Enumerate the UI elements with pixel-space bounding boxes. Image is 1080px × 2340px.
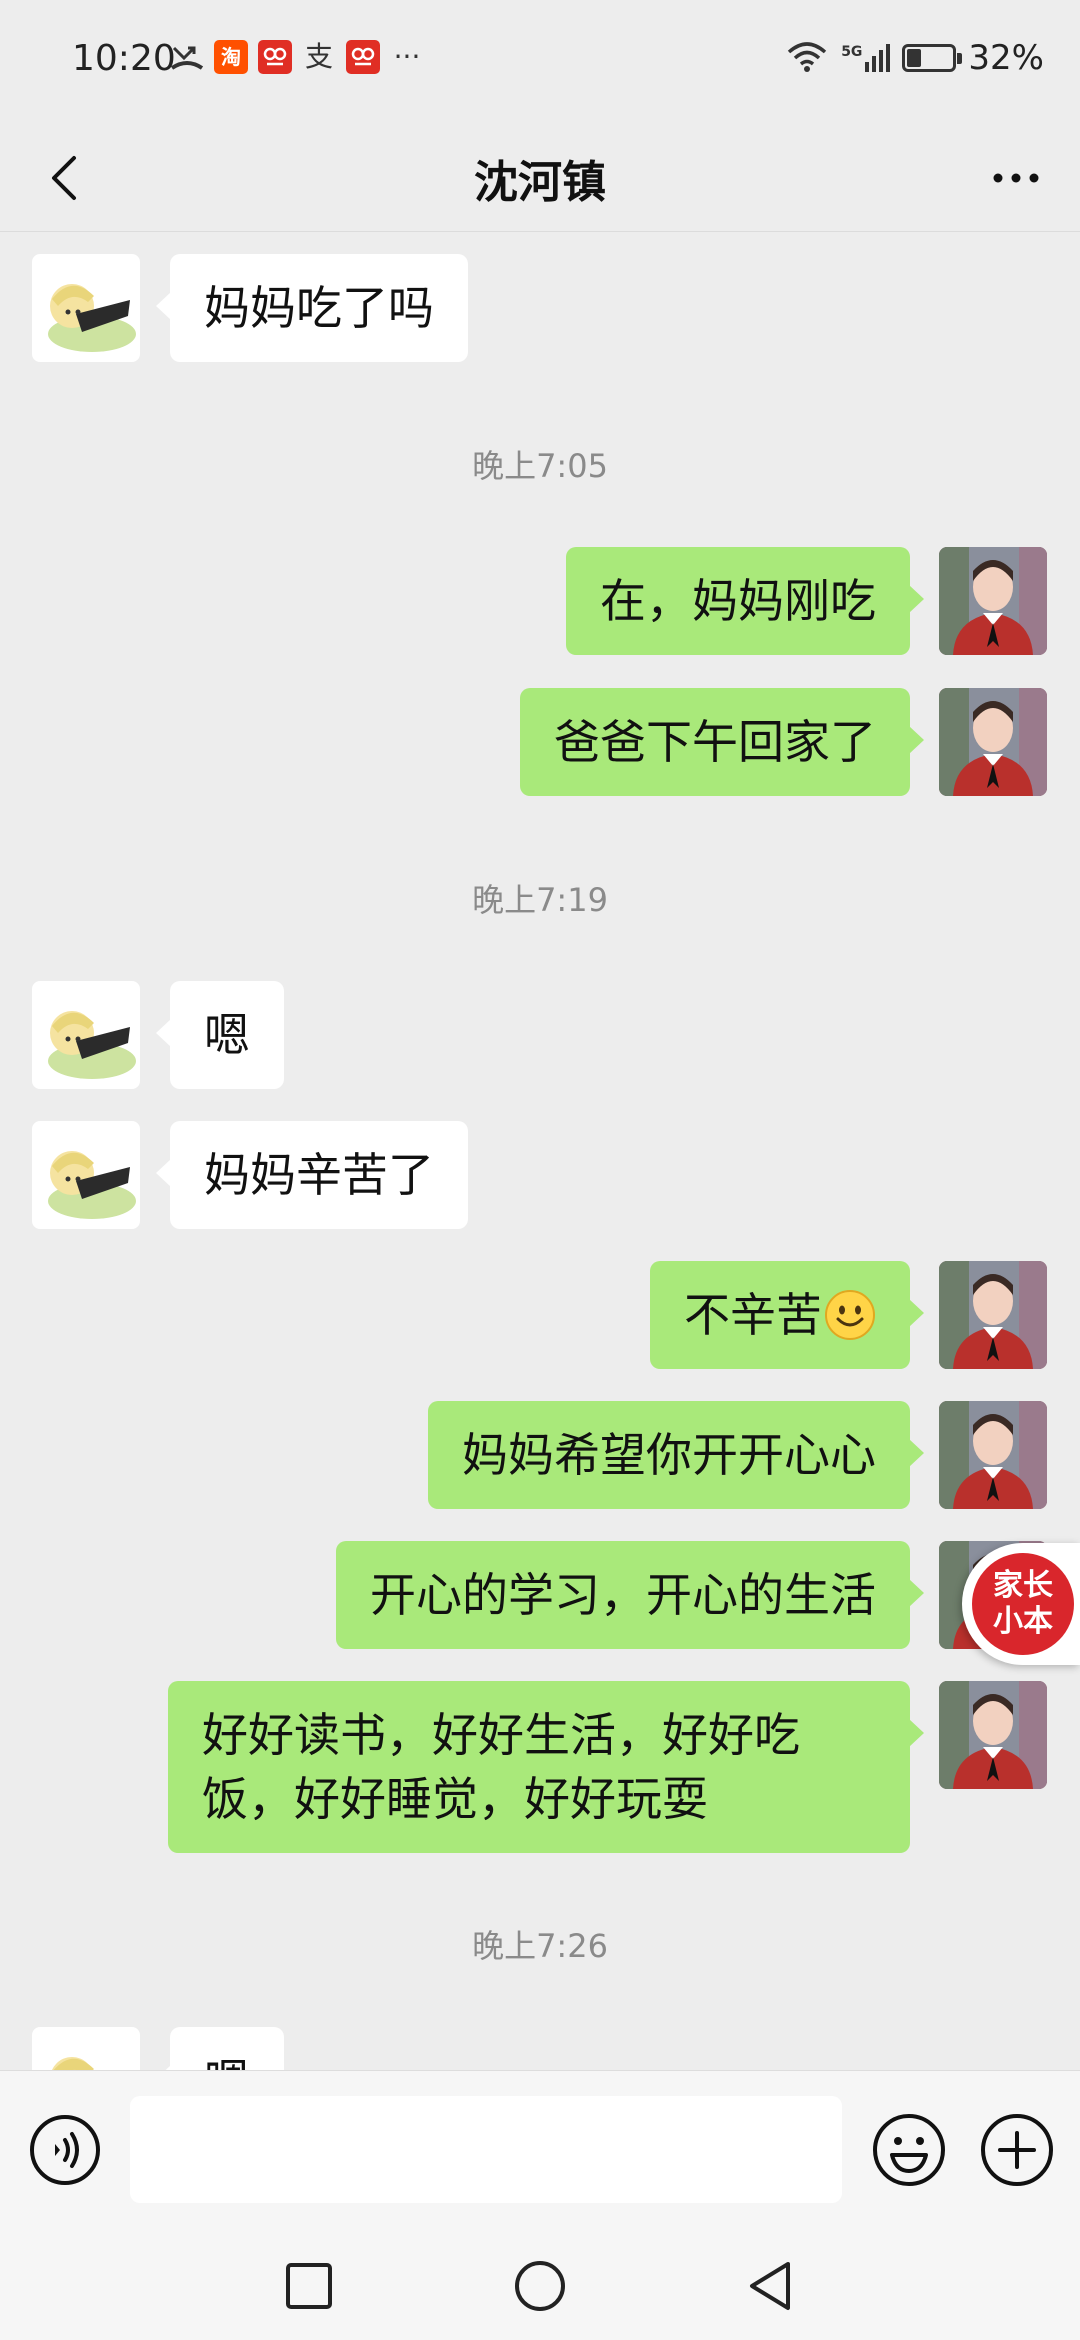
wifi-icon	[785, 38, 829, 78]
message-bubble-sent[interactable]: 在，妈妈刚吃	[566, 547, 924, 655]
message-bubble-received[interactable]: 妈妈辛苦了	[156, 1121, 468, 1229]
user-avatar[interactable]	[939, 688, 1047, 796]
back-nav-button[interactable]	[740, 2256, 800, 2316]
pinduoduo-icon	[346, 40, 380, 74]
voice-icon	[30, 2115, 100, 2185]
user-avatar[interactable]	[939, 547, 1047, 655]
emoji-button[interactable]	[870, 2111, 948, 2189]
notification-icons: 淘 支 ···	[170, 40, 424, 74]
chat-header: 沈河镇	[0, 120, 1080, 232]
recent-apps-button[interactable]	[279, 2256, 339, 2316]
chat-title: 沈河镇	[474, 157, 606, 208]
message-bubble-received[interactable]: 妈妈吃了吗	[156, 254, 468, 362]
smile-emoji-icon	[824, 1289, 876, 1341]
alipay-icon: 支	[304, 40, 333, 73]
message-bubble-received[interactable]: 嗯	[156, 2027, 284, 2070]
plus-circle-icon	[981, 2114, 1053, 2186]
more-notifications-icon: ···	[393, 40, 421, 73]
taobao-icon: 淘	[214, 40, 248, 74]
network-type-label: 5G	[841, 44, 863, 60]
message-bubble-sent[interactable]: 开心的学习，开心的生活	[336, 1541, 924, 1649]
battery-icon	[902, 44, 963, 72]
message-input[interactable]	[130, 2096, 842, 2203]
message-list[interactable]: 妈妈吃了吗 晚上7:05 在，妈妈刚吃 爸爸下午回家了 晚上7:19 嗯 妈妈辛…	[0, 233, 1080, 2070]
5g-signal-icon: 5G	[841, 44, 891, 72]
chat-input-bar	[0, 2070, 1080, 2230]
more-functions-button[interactable]	[978, 2111, 1056, 2189]
system-nav-bar	[0, 2230, 1080, 2340]
message-text: 不辛苦	[684, 1288, 822, 1342]
missed-call-icon	[170, 40, 204, 74]
battery-percentage: 32%	[968, 38, 1044, 78]
battery-level-fill	[907, 49, 922, 67]
user-avatar[interactable]	[939, 1401, 1047, 1509]
smiley-icon	[873, 2114, 945, 2186]
message-bubble-received[interactable]: 嗯	[156, 981, 284, 1089]
message-bubble-sent[interactable]: 好好读书，好好生活，好好吃饭，好好睡觉，好好玩耍	[168, 1681, 924, 1853]
status-time: 10:20	[72, 38, 176, 79]
contact-avatar[interactable]	[32, 1121, 140, 1229]
status-bar: 10:20 淘 支 ··· 5G 32%	[0, 0, 1080, 120]
message-bubble-sent[interactable]: 不辛苦	[650, 1261, 924, 1369]
home-button[interactable]	[510, 2256, 570, 2316]
pinduoduo-icon	[258, 40, 292, 74]
user-avatar[interactable]	[939, 1261, 1047, 1369]
circle-icon	[515, 2261, 565, 2311]
timestamp-divider: 晚上7:19	[472, 881, 608, 919]
timestamp-divider: 晚上7:26	[472, 1927, 608, 1965]
system-status: 5G 32%	[785, 38, 1044, 78]
contact-avatar[interactable]	[32, 254, 140, 362]
square-icon	[286, 2263, 332, 2309]
more-options-button[interactable]	[976, 142, 1056, 212]
badge-line-1: 家长	[993, 1568, 1053, 1603]
voice-input-button[interactable]	[28, 2113, 102, 2187]
badge-line-2: 小本	[993, 1604, 1053, 1639]
contact-avatar[interactable]	[32, 981, 140, 1089]
user-avatar[interactable]	[939, 1681, 1047, 1789]
more-horizontal-icon	[993, 173, 1039, 183]
timestamp-divider: 晚上7:05	[472, 447, 608, 485]
triangle-back-icon	[750, 2262, 790, 2310]
message-bubble-sent[interactable]: 爸爸下午回家了	[520, 688, 924, 796]
contact-avatar[interactable]	[32, 2027, 140, 2070]
message-bubble-sent[interactable]: 妈妈希望你开开心心	[428, 1401, 924, 1509]
parent-notebook-floating-button[interactable]: 家长 小本	[962, 1543, 1080, 1665]
parent-notebook-badge: 家长 小本	[972, 1553, 1074, 1655]
